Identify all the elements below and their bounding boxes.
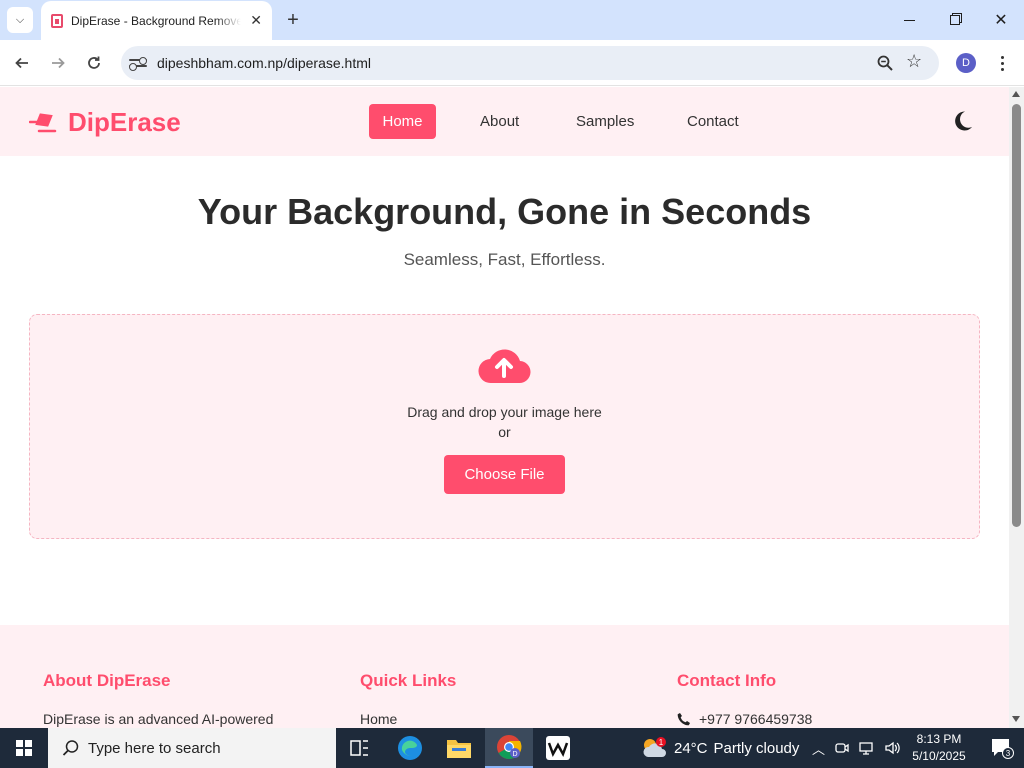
url-text[interactable]: dipeshbham.com.np/diperase.html — [157, 55, 371, 71]
cloud-upload-icon — [478, 349, 531, 384]
notification-count: 3 — [1006, 749, 1011, 758]
dark-mode-moon-icon[interactable] — [950, 109, 974, 133]
upload-dropzone[interactable]: Drag and drop your image here or Choose … — [29, 314, 980, 539]
restore-window-button[interactable] — [941, 6, 969, 34]
chrome-icon: D — [497, 735, 522, 760]
meet-now-icon[interactable] — [835, 741, 849, 755]
footer-contact-title: Contact Info — [677, 671, 777, 690]
restore-icon — [950, 15, 960, 25]
phone-icon — [677, 713, 690, 726]
or-separator: or — [498, 424, 511, 440]
clock-time: 8:13 PM — [916, 732, 962, 746]
task-view-icon — [350, 740, 368, 756]
notification-center-button[interactable]: 3 — [980, 728, 1024, 768]
footer-phone-row: +977 9766459738 — [677, 711, 812, 727]
nav-about[interactable]: About — [466, 104, 533, 139]
scroll-down-arrow-icon[interactable] — [1012, 716, 1020, 722]
browser-toolbar: dipeshbham.com.np/diperase.html ☆ — [0, 40, 1024, 86]
notification-icon: 3 — [992, 739, 1014, 759]
footer-about-title: About DipErase — [43, 671, 171, 690]
forward-button[interactable] — [46, 51, 70, 75]
hero-title: Your Background, Gone in Seconds — [197, 191, 812, 232]
footer-about: About DipErase DipErase is an advanced A… — [43, 671, 273, 727]
back-arrow-icon — [15, 57, 28, 69]
file-explorer-taskbar-button[interactable] — [435, 728, 483, 768]
hero-subtitle: Seamless, Fast, Effortless. — [403, 250, 606, 269]
site-logo[interactable]: DipErase — [29, 107, 181, 138]
footer-links-title: Quick Links — [360, 671, 457, 690]
edge-icon — [398, 736, 422, 760]
reload-button[interactable] — [82, 51, 106, 75]
browser-tab-bar: ⌵ DipErase - Background Remover ✕ + ✕ — [0, 0, 1024, 40]
scroll-up-arrow-icon[interactable] — [1012, 91, 1020, 97]
system-tray: ︿ — [812, 728, 901, 768]
nav-home[interactable]: Home — [369, 104, 436, 139]
zoom-icon[interactable] — [876, 54, 894, 72]
eraser-logo-icon — [29, 112, 57, 132]
search-icon — [62, 740, 79, 756]
weather-badge: 1 — [659, 738, 664, 747]
scrollbar-thumb[interactable] — [1012, 104, 1021, 527]
edge-taskbar-button[interactable] — [386, 728, 434, 768]
back-button[interactable] — [10, 51, 34, 75]
site-footer: About DipErase DipErase is an advanced A… — [0, 625, 1009, 728]
network-icon[interactable] — [859, 741, 875, 755]
clock-date: 5/10/2025 — [912, 749, 966, 763]
page-scrollbar[interactable] — [1009, 87, 1024, 728]
footer-about-text: DipErase is an advanced AI-powered — [43, 711, 274, 727]
app-taskbar-button[interactable] — [534, 728, 582, 768]
windows-logo-icon — [16, 740, 32, 756]
new-tab-button[interactable]: + — [283, 8, 303, 32]
forward-arrow-icon — [52, 57, 65, 69]
footer-quick-links: Quick Links Home — [360, 671, 456, 727]
nav-samples[interactable]: Samples — [562, 104, 648, 139]
start-button[interactable] — [0, 728, 48, 768]
folder-icon — [447, 740, 471, 758]
page-viewport: DipErase Home About Samples Contact Your… — [0, 87, 1009, 728]
profile-avatar[interactable]: D — [956, 53, 976, 73]
minimize-window-button[interactable] — [895, 6, 923, 34]
task-view-button[interactable] — [336, 728, 384, 768]
site-info-icon[interactable] — [129, 54, 147, 72]
footer-link-home[interactable]: Home — [360, 711, 456, 727]
brand-name: DipErase — [68, 107, 181, 137]
windows-taskbar: Type here to search D 1 24°C Partly clou… — [0, 728, 1024, 768]
footer-phone: +977 9766459738 — [699, 711, 813, 727]
weather-widget[interactable]: 1 24°C Partly cloudy — [640, 728, 799, 768]
minimize-icon — [903, 19, 915, 21]
site-header: DipErase Home About Samples Contact — [0, 87, 1009, 156]
app-logo-icon — [546, 736, 570, 760]
tab-search-dropdown[interactable]: ⌵ — [7, 7, 33, 33]
nav-contact[interactable]: Contact — [673, 104, 753, 139]
browser-tab-active[interactable]: DipErase - Background Remover ✕ — [41, 1, 272, 40]
partly-cloudy-icon: 1 — [643, 737, 666, 757]
taskbar-clock[interactable]: 8:13 PM 5/10/2025 — [906, 731, 972, 765]
kebab-menu-icon[interactable] — [994, 52, 1010, 74]
weather-temp: 24°C — [674, 739, 708, 757]
diperase-favicon-icon — [51, 13, 63, 28]
taskbar-search[interactable]: Type here to search — [48, 728, 336, 768]
close-icon: ✕ — [994, 12, 1008, 29]
volume-icon[interactable] — [885, 741, 901, 755]
close-window-button[interactable]: ✕ — [987, 6, 1015, 34]
svg-text:D: D — [512, 751, 517, 758]
close-tab-icon[interactable]: ✕ — [250, 13, 262, 27]
chrome-taskbar-button[interactable]: D — [485, 728, 533, 768]
footer-contact: Contact Info +977 9766459738 — [677, 671, 812, 727]
weather-condition: Partly cloudy — [713, 739, 800, 757]
bookmark-star-icon[interactable]: ☆ — [906, 51, 922, 72]
reload-icon — [88, 56, 100, 69]
tab-title: DipErase - Background Remover — [71, 13, 241, 28]
choose-file-button[interactable]: Choose File — [444, 455, 565, 494]
address-bar[interactable]: dipeshbham.com.np/diperase.html ☆ — [121, 46, 939, 80]
drop-instruction: Drag and drop your image here — [407, 404, 602, 420]
search-placeholder: Type here to search — [88, 739, 221, 757]
chevron-down-icon: ⌵ — [15, 13, 25, 26]
chevron-up-icon[interactable]: ︿ — [812, 739, 825, 758]
